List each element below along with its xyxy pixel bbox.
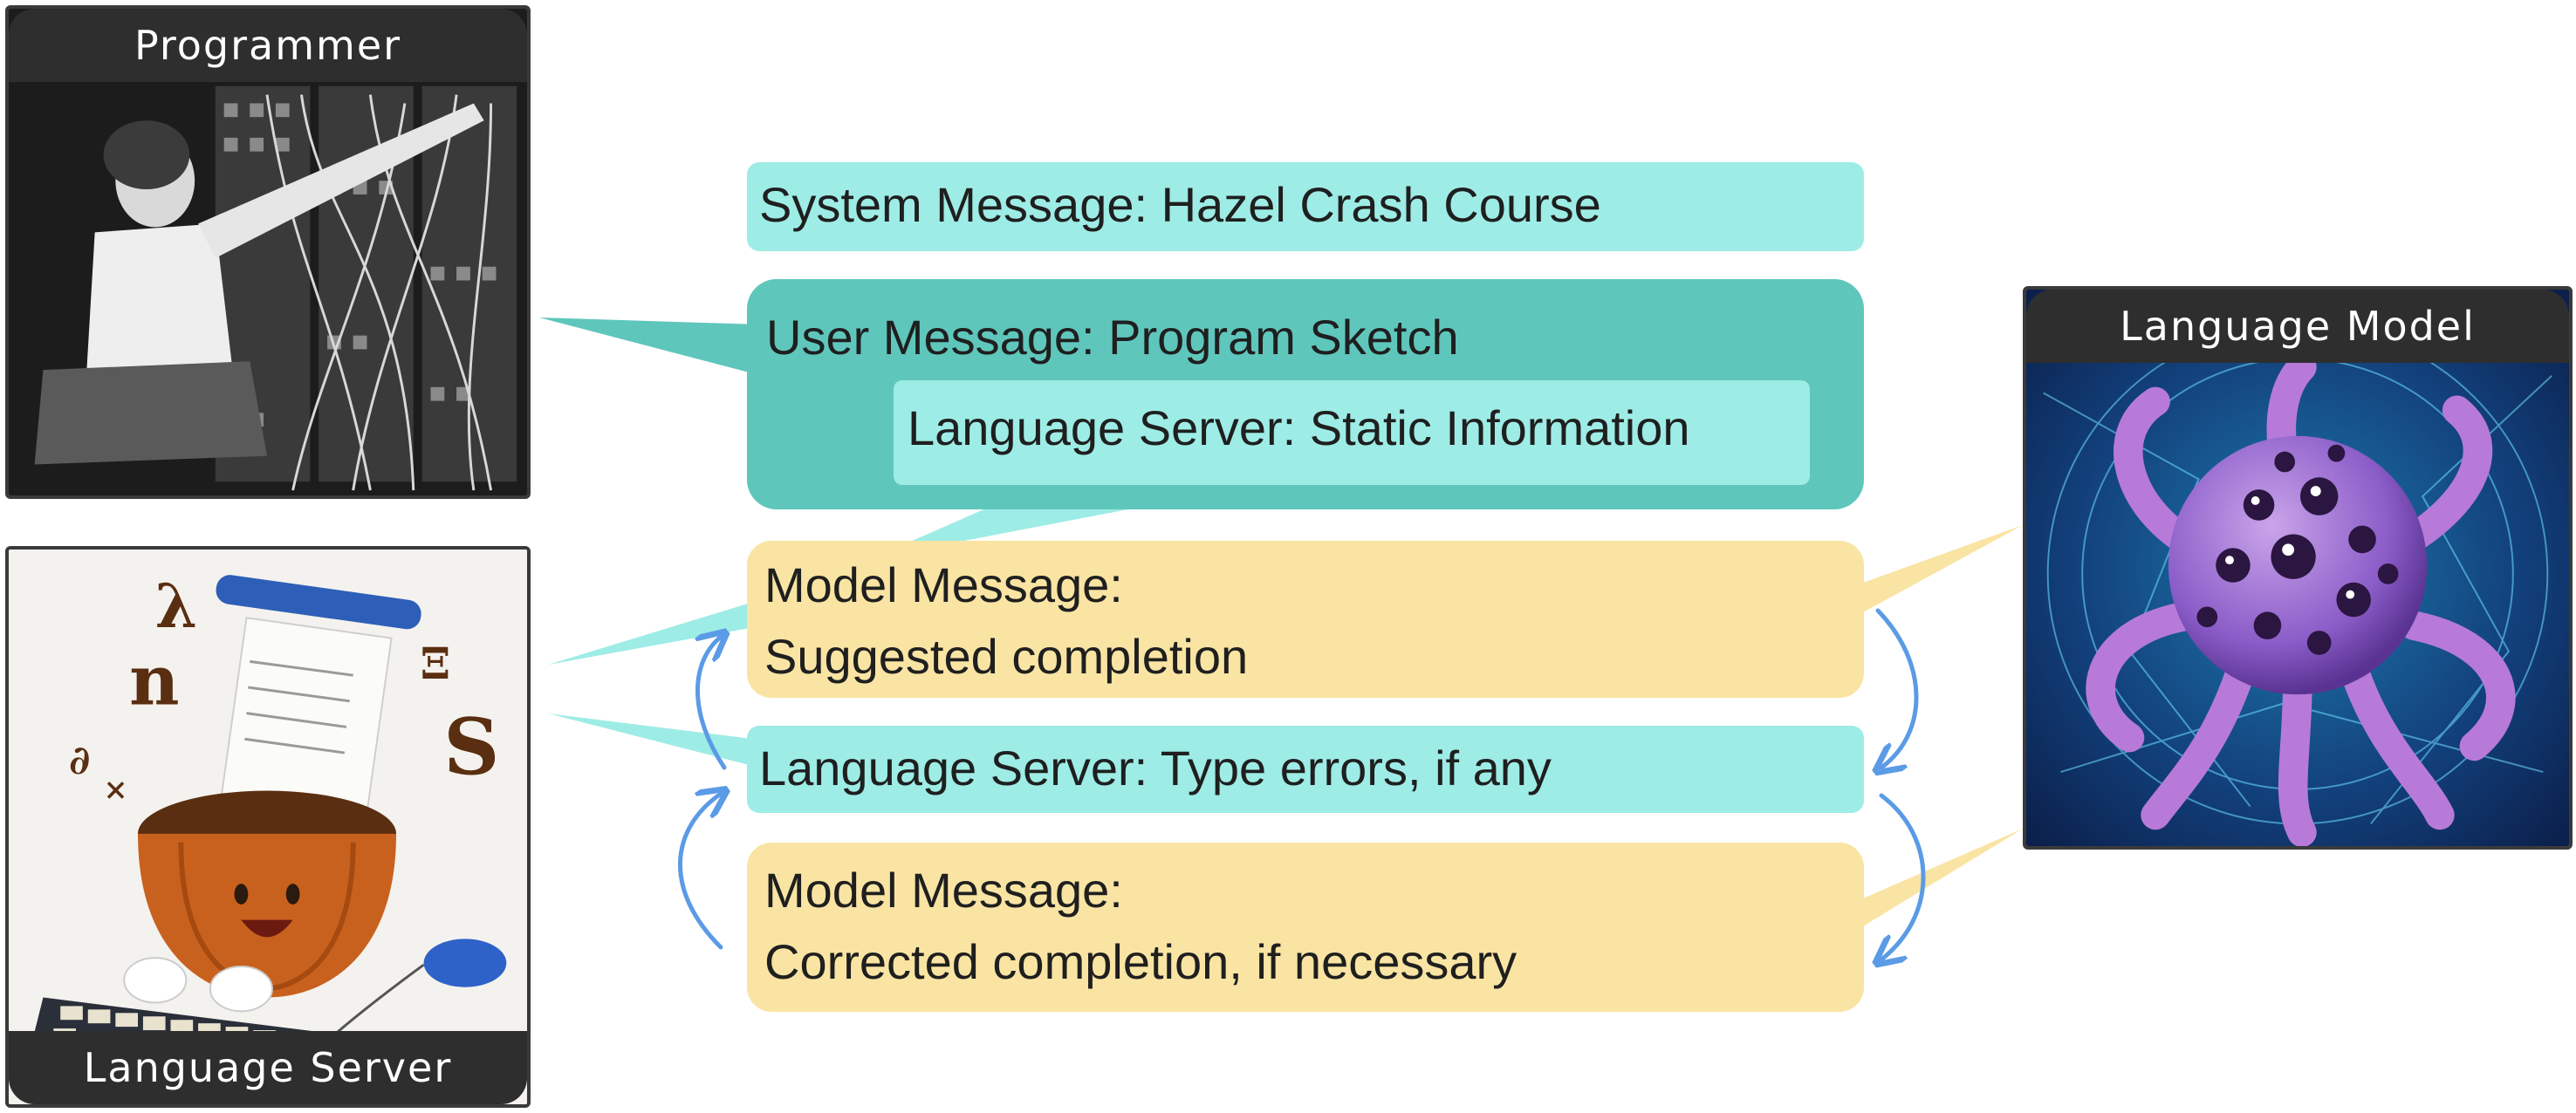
right-arrow-upper xyxy=(1878,608,1919,768)
arrow-layer xyxy=(678,608,1926,1113)
left-arrow-lower xyxy=(678,794,721,950)
language-server-label: Language Server xyxy=(9,1031,527,1104)
language-model-label: Language Model xyxy=(2026,290,2569,363)
left-arrow-upper xyxy=(697,637,724,770)
programmer-label: Programmer xyxy=(9,9,527,82)
right-arrow-lower xyxy=(1881,793,1926,959)
